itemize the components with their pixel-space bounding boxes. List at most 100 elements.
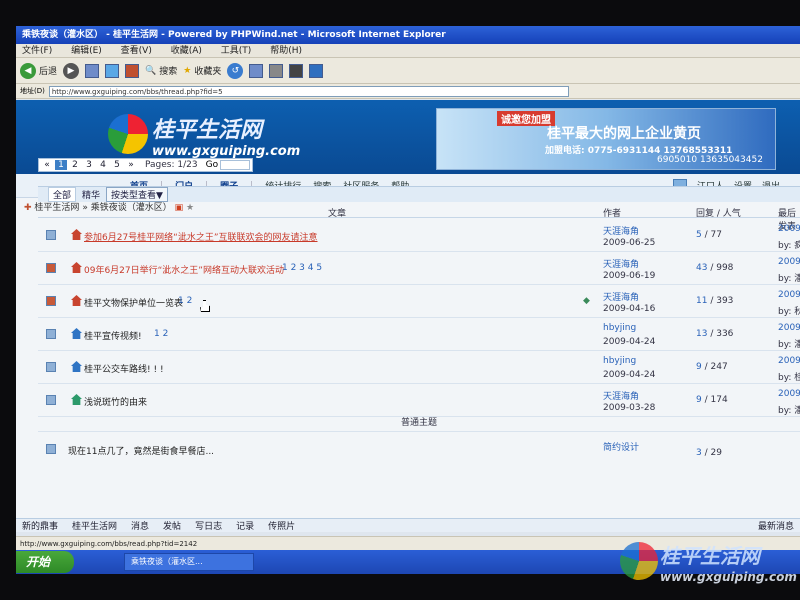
thread-date: 2009-04-16 [603,304,656,314]
ad-line4: 6905010 13635043452 [657,155,763,165]
pagination: « 1 2 3 4 5 » Pages: 1/23 Go [38,158,254,172]
post-button[interactable]: 发帖 [163,519,181,532]
upload-photo-button[interactable]: 传照片 [268,519,295,532]
menu-tools[interactable]: 工具(T) [221,46,252,56]
table-row[interactable]: 参加6月27号桂平网络“泚水之王”互联联欢会的网友请注意 天涯海角 2009-0… [38,220,800,252]
thread-pages[interactable]: 1 2 [154,329,168,339]
table-row[interactable]: 桂平文物保护单位一览表 1 2 ◆ 天涯海角 2009-04-16 11 / 3… [38,286,800,318]
thread-date: 2009-06-19 [603,271,656,281]
write-diary-button[interactable]: 写日志 [195,519,222,532]
table-row[interactable]: 桂平公交车路线! ! ! hbyjing 2009-04-24 9 / 247 … [38,352,800,384]
thread-title[interactable]: 浅说斑竹的由来 [84,395,147,408]
thread-date: 2009-04-24 [603,337,656,347]
last-post-date[interactable]: 2009-06-2 [778,290,800,300]
page-5[interactable]: 5 [111,160,123,170]
thread-stats: 3 / 29 [696,448,722,458]
edit-icon[interactable] [289,63,304,78]
table-row[interactable]: 09年6月27日举行“泚水之王”网络互动大联欢活动 1 2 3 4 5 天涯海角… [38,253,800,285]
thread-pages[interactable]: 1 2 3 4 5 [282,263,322,273]
menu-file[interactable]: 文件(F) [22,46,52,56]
logo-text: 桂平生活网 [152,117,263,143]
page-4[interactable]: 4 [97,160,109,170]
last-post-date[interactable]: 2009-06-2 [778,356,800,366]
thread-author[interactable]: 天涯海角 [603,257,639,270]
thread-status-icon [46,444,56,454]
start-button[interactable]: 开始 [16,551,74,573]
stop-icon[interactable] [85,63,100,78]
thread-pages[interactable]: 1 2 [178,296,192,306]
record-button[interactable]: 记录 [236,519,254,532]
logo-swirl-icon [108,114,148,154]
page-prev[interactable]: « [41,160,53,170]
messenger-icon[interactable] [309,63,324,78]
new-items-button[interactable]: 新的鼎事 [22,519,58,532]
address-input[interactable]: http://www.gxguiping.com/bbs/thread.php?… [48,85,569,97]
back-button[interactable]: ◀ 后退 [20,62,57,79]
thread-title[interactable]: 桂平公交车路线! ! ! [84,362,164,375]
forum-bottom-toolbar: 新的鼎事 桂平生活网 消息 发帖 写日志 记录 传照片 最新消息 [16,518,800,532]
thread-author[interactable]: hbyjing [603,323,636,333]
type-filter-select[interactable]: 按类型查看▼ [106,187,168,202]
thread-stats: 9 / 174 [696,395,728,405]
thread-title[interactable]: 09年6月27日举行“泚水之王”网络互动大联欢活动 [84,263,284,276]
thread-author[interactable]: hbyjing [603,356,636,366]
latest-messages-button[interactable]: 最新消息 [758,519,794,532]
history-icon[interactable]: ↺ [227,62,244,79]
thread-author[interactable]: 天涯海角 [603,224,639,237]
col-author: 作者 [603,209,622,219]
thread-title[interactable]: 桂平宣传视频! [84,329,142,342]
thread-status-icon [46,263,56,273]
last-post-by: by: 秋日秋 [778,307,800,317]
thread-author[interactable]: 天涯海角 [603,290,639,303]
sticky-icon [71,295,82,306]
home-icon: ✚ [24,203,32,213]
search-button[interactable]: 🔍 搜索 [145,64,177,78]
go-page-input[interactable] [220,160,251,170]
thread-title[interactable]: 参加6月27号桂平网络“泚水之王”互联联欢会的网友请注意 [84,230,318,243]
menu-bar: 文件(F) 编辑(E) 查看(V) 收藏(A) 工具(T) 帮助(H) [16,44,800,58]
thread-title[interactable]: 桂平文物保护单位一览表 [84,296,183,309]
taskbar-item[interactable]: 乘铁夜谈（灌水区... [124,553,254,571]
last-post-date[interactable]: 2009-06-2 [778,323,800,333]
forward-arrow-icon: ▶ [63,62,80,79]
browser-toolbar: ◀ 后退 ▶ 🔍 搜索 ★ 收藏夹 ↺ [16,58,800,84]
menu-help[interactable]: 帮助(H) [270,46,302,56]
home-icon[interactable] [125,63,140,78]
menu-edit[interactable]: 编辑(E) [71,46,102,56]
thread-author[interactable]: 简约设计 [603,440,639,453]
sticky-icon [71,328,82,339]
print-icon[interactable] [269,63,284,78]
refresh-icon[interactable] [105,63,120,78]
sticky-icon [71,361,82,372]
last-post-date[interactable]: 2009-06-2 [778,224,800,234]
thread-stats: 11 / 393 [696,296,734,306]
table-row[interactable]: 桂平宣传视频! 1 2 hbyjing 2009-04-24 13 / 336 … [38,319,800,351]
favorites-button[interactable]: ★ 收藏夹 [183,64,221,78]
thread-author[interactable]: 天涯海角 [603,389,639,402]
table-row[interactable]: 现在11点几了，竟然是街食早餐店... 简约设计 3 / 29 [38,434,800,460]
table-row[interactable]: 浅说斑竹的由来 天涯海角 2009-03-28 9 / 174 2009-06-… [38,385,800,417]
tab-digest[interactable]: 精华 [82,188,100,201]
forward-button[interactable]: ▶ [63,62,80,79]
thread-title[interactable]: 现在11点几了，竟然是街食早餐店... [68,444,214,457]
menu-favorites[interactable]: 收藏(A) [171,46,202,56]
thread-date: 2009-04-24 [603,370,656,380]
mail-icon[interactable] [249,63,264,78]
page-next[interactable]: » [125,160,137,170]
last-post-by: by: 疯己为 [778,241,800,251]
browser-screen: 乘铁夜谈（灌水区） - 桂平生活网 - Powered by PHPWind.n… [16,26,800,574]
page-2[interactable]: 2 [69,160,81,170]
site-link-button[interactable]: 桂平生活网 [72,519,117,532]
messages-button[interactable]: 消息 [131,519,149,532]
back-arrow-icon: ◀ [20,62,36,79]
tab-all[interactable]: 全部 [48,187,77,202]
go-label: Go [205,160,219,170]
last-post-date[interactable]: 2009-06-2 [778,257,800,267]
last-post-date[interactable]: 2009-06-2 [778,389,800,399]
page-3[interactable]: 3 [83,160,95,170]
watermark-url: www.gxguiping.com [660,570,797,584]
window-title: 乘铁夜谈（灌水区） - 桂平生活网 - Powered by PHPWind.n… [16,26,800,44]
menu-view[interactable]: 查看(V) [121,46,152,56]
page-1[interactable]: 1 [55,160,67,170]
ad-banner[interactable]: 诚邀您加盟 桂平最大的网上企业黄页 加盟电话: 0775-6931144 137… [436,108,776,170]
